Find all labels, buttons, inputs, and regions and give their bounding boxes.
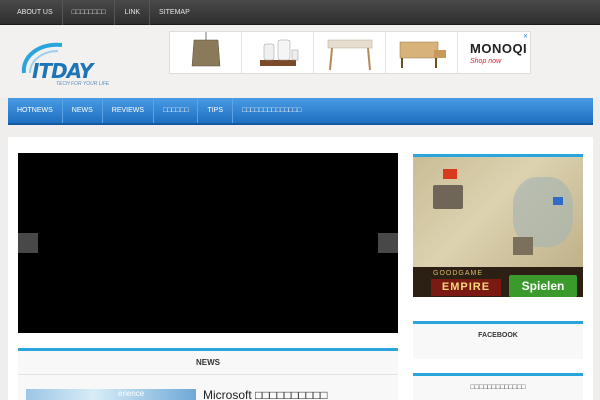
flag-icon	[553, 197, 563, 205]
top-nav-item-2[interactable]: □□□□□□□□	[63, 0, 116, 25]
flag-icon	[443, 169, 457, 179]
site-header: ITDAY TECH FOR YOUR LIFE MONOQI Shop now…	[0, 25, 600, 97]
news-thumbnail[interactable]: erience	[26, 389, 196, 400]
main-nav: HOTNEWS NEWS REVIEWS □□□□□□ TIPS □□□□□□□…	[8, 98, 593, 125]
castle-icon	[513, 237, 533, 255]
ad-map-image	[413, 157, 583, 267]
news-headline-link[interactable]: Microsoft □□□□□□□□□□	[203, 388, 328, 400]
sidebar-widget-2: □□□□□□□□□□□□□	[413, 373, 583, 400]
ad-footer: GOODGAME EMPIRE Spielen	[413, 267, 583, 297]
teaset-icon	[260, 39, 299, 66]
logo-tagline: TECH FOR YOUR LIFE	[56, 81, 110, 87]
ad-product-lamp[interactable]	[170, 32, 242, 73]
ad-product-teaset[interactable]	[242, 32, 314, 73]
top-bar: ABOUT US □□□□□□□□ LINK SITEMAP	[0, 0, 600, 25]
sidebar-game-ad[interactable]: GOODGAME EMPIRE Spielen	[413, 154, 583, 297]
close-icon[interactable]: ✕	[523, 33, 528, 40]
widget-title: □□□□□□□□□□□□□	[470, 384, 526, 391]
news-section: NEWS erience Microsoft □□□□□□□□□□	[18, 348, 398, 400]
ad-brand-name: MONOQI	[470, 41, 528, 56]
nav-news[interactable]: NEWS	[63, 98, 103, 123]
nav-reviews[interactable]: REVIEWS	[103, 98, 155, 123]
ad-game-brand: GOODGAME	[433, 270, 484, 277]
nav-hotnews[interactable]: HOTNEWS	[8, 98, 63, 123]
nav-item-6[interactable]: □□□□□□□□□□□□□□	[233, 98, 310, 123]
top-nav-about-us[interactable]: ABOUT US	[8, 0, 63, 25]
ad-brand-block[interactable]: MONOQI Shop now ✕	[458, 32, 530, 73]
ad-game-title: EMPIRE	[431, 279, 501, 296]
ad-product-desk[interactable]	[314, 32, 386, 73]
slider-next-button[interactable]	[378, 233, 398, 253]
ad-play-button[interactable]: Spielen	[509, 275, 577, 297]
bench-icon	[399, 41, 446, 68]
facebook-widget: FACEBOOK	[413, 321, 583, 359]
featured-slider[interactable]	[18, 153, 398, 333]
lamp-icon	[191, 32, 221, 67]
ad-shop-now-link[interactable]: Shop now	[470, 58, 501, 65]
top-nav-sitemap[interactable]: SITEMAP	[150, 0, 199, 25]
logo-text: ITDAY	[32, 59, 93, 83]
nav-item-4[interactable]: □□□□□□	[154, 98, 199, 123]
widget-title: FACEBOOK	[478, 332, 518, 339]
slider-prev-button[interactable]	[18, 233, 38, 253]
ad-product-bench[interactable]	[386, 32, 458, 73]
news-thumbnail-text: erience	[118, 389, 145, 398]
nav-tips[interactable]: TIPS	[198, 98, 234, 123]
desk-icon	[327, 39, 373, 71]
top-nav-link[interactable]: LINK	[115, 0, 151, 25]
header-ad-banner[interactable]: MONOQI Shop now ✕	[169, 31, 531, 74]
news-section-title: NEWS	[18, 351, 398, 375]
castle-icon	[433, 185, 463, 209]
site-logo[interactable]: ITDAY TECH FOR YOUR LIFE	[18, 39, 118, 89]
top-nav: ABOUT US □□□□□□□□ LINK SITEMAP	[8, 0, 199, 25]
